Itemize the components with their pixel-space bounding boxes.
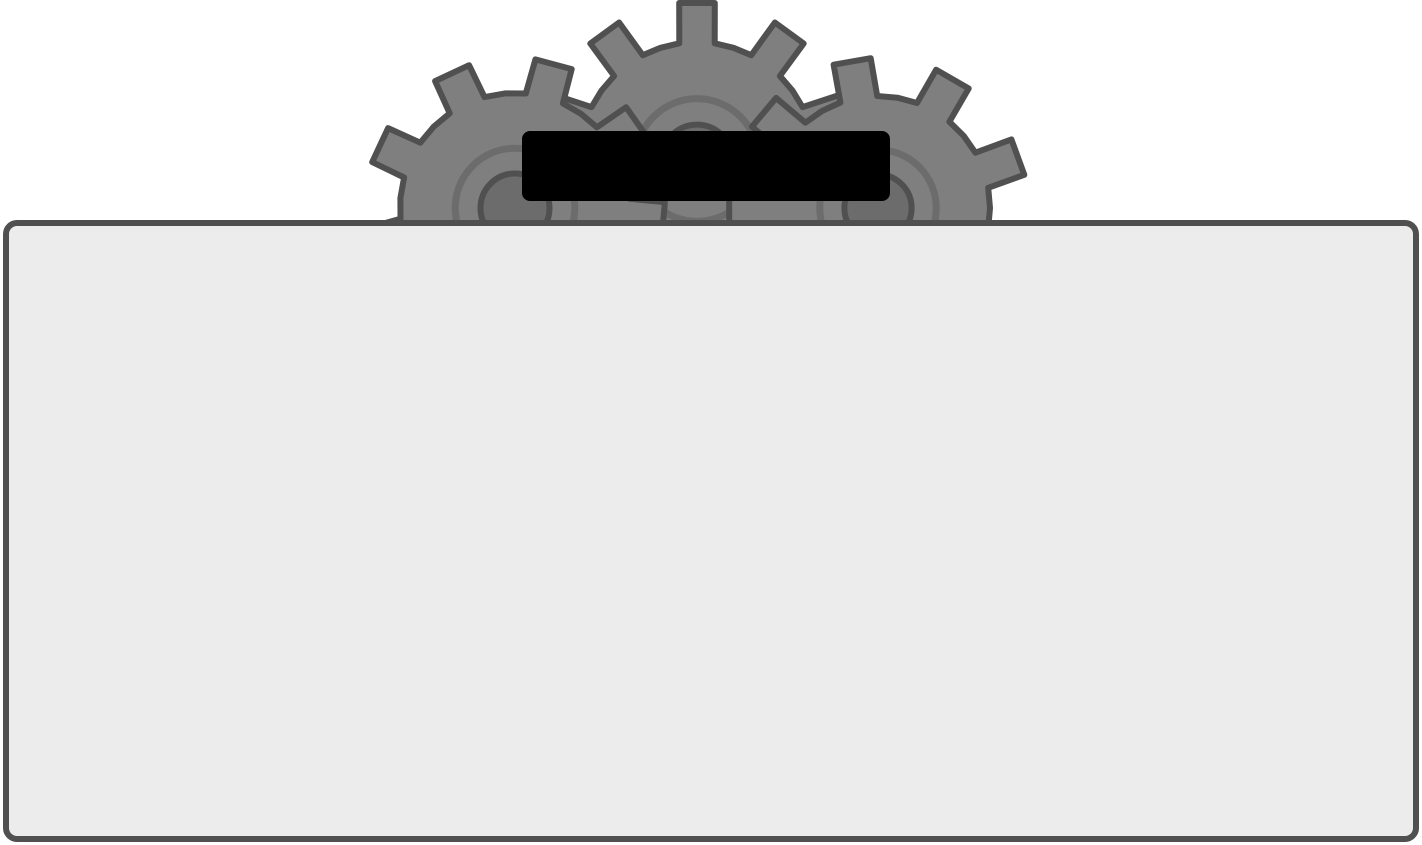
illustration [0,0,1422,845]
blank-panel [3,220,1419,842]
redaction-bar [522,131,890,201]
